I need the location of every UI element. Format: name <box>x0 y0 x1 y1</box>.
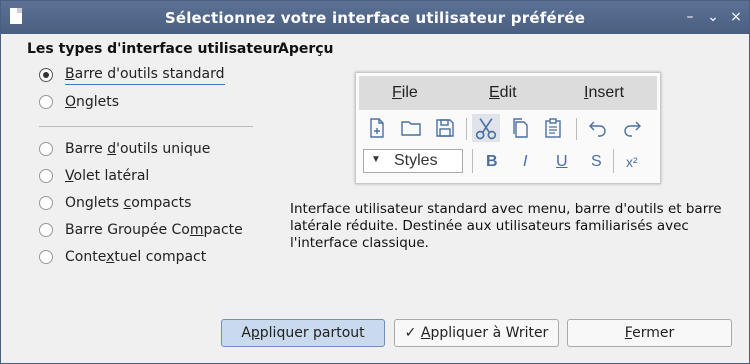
radio-contextual-single[interactable]: Contextuel compact <box>39 246 206 268</box>
ui-types-heading: Les types d'interface utilisateur <box>27 41 280 57</box>
radio-single-toolbar[interactable]: Barre d'outils unique <box>39 138 210 160</box>
superscript-icon: x² <box>626 154 638 170</box>
ui-description: Interface utilisateur standard avec menu… <box>290 201 722 251</box>
radio-button[interactable] <box>39 250 53 264</box>
close-window-button[interactable]: × <box>727 7 745 27</box>
dialog-window: Sélectionnez votre interface utilisateur… <box>0 0 750 364</box>
radio-tabbed[interactable]: Onglets <box>39 91 119 113</box>
radio-label: Onglets compacts <box>65 195 192 211</box>
radio-button[interactable] <box>39 169 53 183</box>
copy-icon <box>513 118 528 138</box>
toolbar-separator <box>472 149 473 173</box>
italic-icon: I <box>523 153 528 170</box>
maximize-button[interactable]: ⌄ <box>704 7 722 27</box>
radio-tabbed-compact[interactable]: Onglets compacts <box>39 192 191 214</box>
toolbar-separator <box>466 118 467 140</box>
apply-writer-button[interactable]: ✓ Appliquer à Writer <box>394 319 559 347</box>
paste-icon <box>545 118 561 138</box>
menu-file: File <box>392 84 418 101</box>
styles-dropdown: ▼ Styles <box>363 149 463 173</box>
new-document-icon <box>370 118 384 138</box>
radio-sidebar[interactable]: Volet latéral <box>39 165 149 187</box>
cut-icon <box>472 114 500 142</box>
radio-button[interactable] <box>39 223 53 237</box>
toolbar-separator <box>613 149 614 173</box>
radio-standard-toolbar[interactable]: Barre d'outils standard <box>39 64 225 86</box>
radio-button[interactable] <box>39 68 53 82</box>
radio-button[interactable] <box>39 196 53 210</box>
underline-icon: U <box>556 153 568 170</box>
radio-button[interactable] <box>39 95 53 109</box>
separator <box>39 126 253 127</box>
undo-icon <box>589 121 606 137</box>
bold-icon: B <box>486 153 498 170</box>
radio-groupedbar-compact[interactable]: Barre Groupée Compacte <box>39 219 243 241</box>
checkmark-icon: ✓ <box>404 325 417 341</box>
strikethrough-icon: S <box>591 153 602 170</box>
radio-button[interactable] <box>39 142 53 156</box>
open-folder-icon <box>401 121 421 136</box>
preview-panel: File Edit Insert ▼ Styles B I U S x² <box>355 72 661 184</box>
preview-heading: Aperçu <box>278 41 334 57</box>
minimize-button[interactable]: – <box>681 7 699 27</box>
dropdown-arrow-icon: ▼ <box>371 154 381 165</box>
close-button[interactable]: Fermer <box>567 319 732 347</box>
toolbar-separator <box>576 118 577 140</box>
redo-icon <box>624 121 641 137</box>
radio-label: Volet latéral <box>65 168 150 184</box>
menu-edit: Edit <box>489 84 517 101</box>
menu-insert: Insert <box>584 84 625 101</box>
radio-label: Barre d'outils standard <box>65 66 225 85</box>
apply-all-button[interactable]: Appliquer partout <box>221 319 385 347</box>
radio-label: Barre Groupée Compacte <box>65 222 243 238</box>
styles-label: Styles <box>394 152 438 169</box>
save-icon <box>436 119 454 137</box>
dialog-title: Sélectionnez votre interface utilisateur… <box>164 9 586 27</box>
radio-label: Barre d'outils unique <box>65 141 211 157</box>
radio-label: Contextuel compact <box>65 249 207 265</box>
preview-menubar: File Edit Insert <box>359 76 657 110</box>
title-bar[interactable]: Sélectionnez votre interface utilisateur… <box>1 1 749 34</box>
radio-label: Onglets <box>65 94 120 110</box>
